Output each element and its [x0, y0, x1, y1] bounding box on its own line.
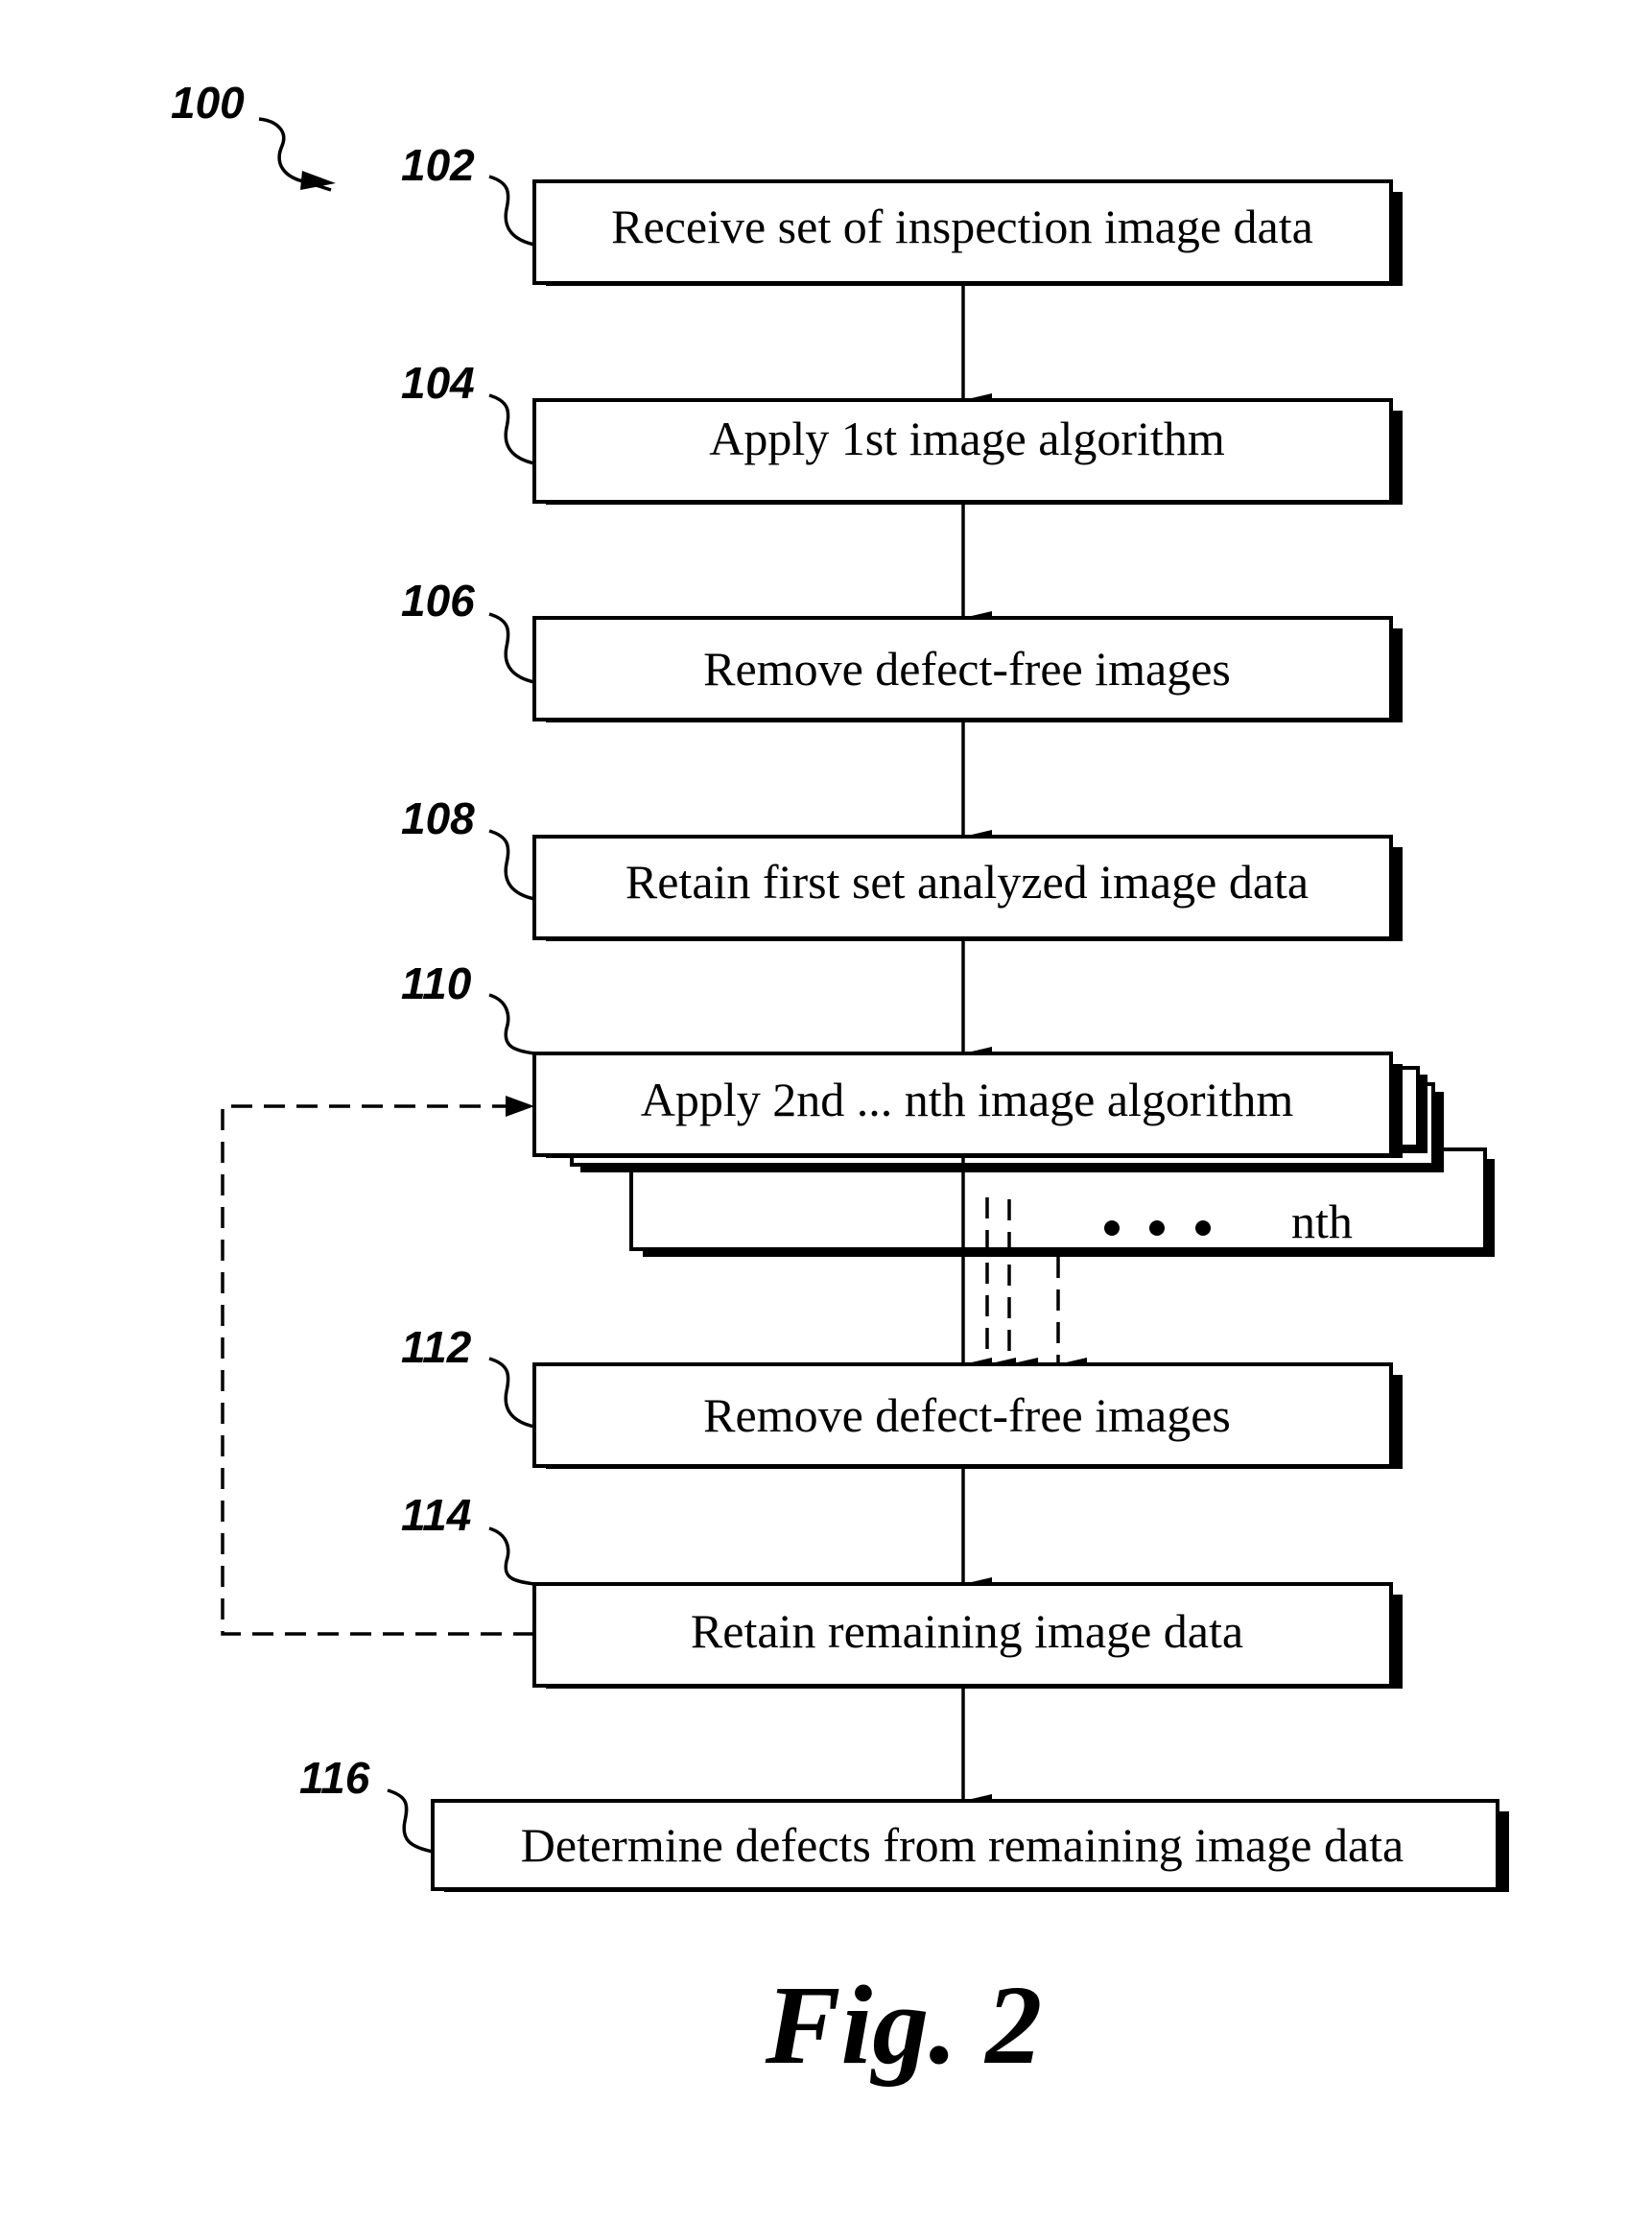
- step-110-leader: [488, 993, 535, 1055]
- step-104-ref: 104: [401, 358, 475, 408]
- step-108-ref: 108: [401, 793, 475, 843]
- step-110-ref: 110: [401, 958, 472, 1008]
- step-116-leader: [387, 1788, 434, 1854]
- step-112: Remove defect-free images 112: [401, 1322, 1403, 1469]
- step-116-label: Determine defects from remaining image d…: [521, 1818, 1404, 1872]
- flowchart: 100 Receive set of inspection image data…: [171, 78, 1509, 2088]
- step-106: Remove defect-free images 106: [401, 576, 1403, 722]
- step-102: Receive set of inspection image data 102: [401, 140, 1403, 286]
- step-116-ref: 116: [299, 1753, 370, 1803]
- step-114-label: Retain remaining image data: [691, 1604, 1243, 1658]
- feedback-loop-dashed: [221, 1104, 534, 1636]
- ellipsis-dot-icon: [1195, 1220, 1211, 1236]
- feedback-arrowhead-icon: [506, 1096, 534, 1117]
- step-104: Apply 1st image algorithm 104: [401, 358, 1403, 505]
- step-106-leader: [488, 612, 535, 684]
- step-114: Retain remaining image data 114: [401, 1490, 1403, 1689]
- step-102-ref: 102: [401, 140, 475, 190]
- step-114-ref: 114: [401, 1490, 471, 1540]
- step-116: Determine defects from remaining image d…: [299, 1753, 1509, 1892]
- step-104-leader: [488, 393, 535, 465]
- step-112-label: Remove defect-free images: [703, 1388, 1231, 1442]
- step-108: Retain first set analyzed image data 108: [401, 793, 1403, 941]
- stack-nth-label: nth: [1291, 1194, 1353, 1248]
- step-114-leader: [488, 1526, 535, 1586]
- ellipsis-dot-icon: [1104, 1220, 1120, 1236]
- step-106-ref: 106: [401, 576, 475, 626]
- step-102-leader: [488, 175, 535, 247]
- step-102-label: Receive set of inspection image data: [611, 200, 1313, 253]
- step-110-label: Apply 2nd ... nth image algorithm: [641, 1073, 1294, 1126]
- step-112-leader: [488, 1357, 535, 1429]
- step-110-stack: Apply 2nd ... nth image algorithm nth: [532, 1052, 1495, 1257]
- figure-reference-label: 100: [171, 78, 245, 128]
- ellipsis-dot-icon: [1149, 1220, 1165, 1236]
- step-112-ref: 112: [401, 1322, 472, 1372]
- step-104-label: Apply 1st image algorithm: [709, 412, 1225, 465]
- step-108-leader: [488, 829, 535, 901]
- step-106-label: Remove defect-free images: [703, 642, 1231, 696]
- step-108-label: Retain first set analyzed image data: [625, 855, 1309, 909]
- figure-caption: Fig. 2: [765, 1962, 1043, 2088]
